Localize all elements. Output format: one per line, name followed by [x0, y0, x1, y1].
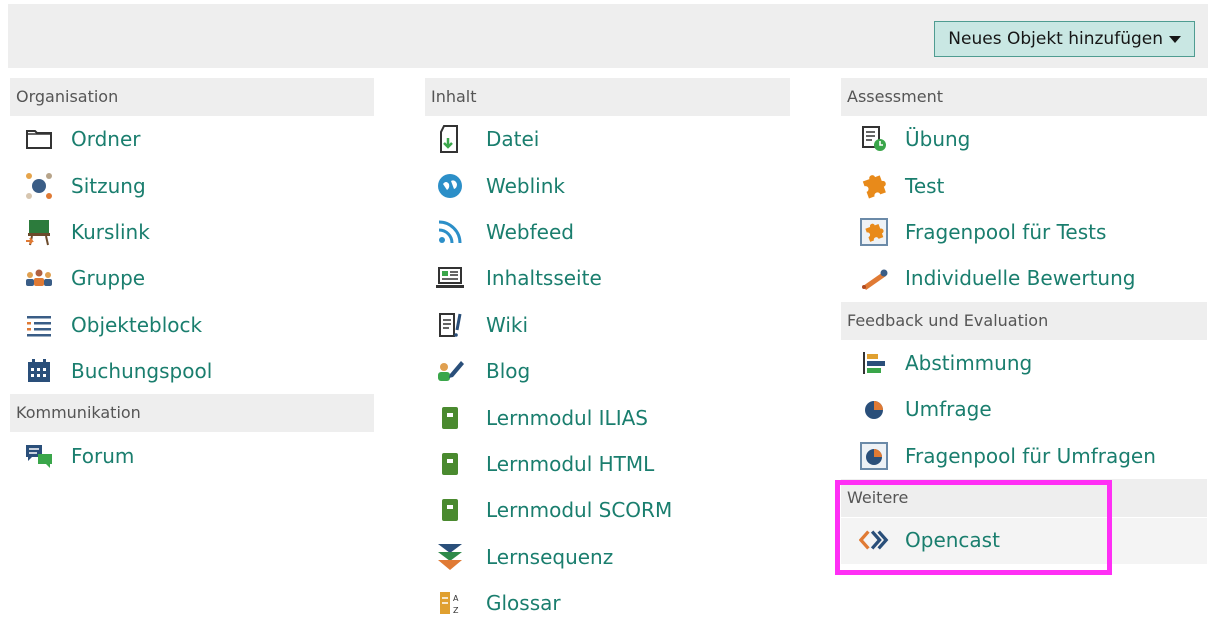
menu-item-test[interactable]: Test: [841, 162, 1207, 208]
calendar-icon: [24, 356, 54, 386]
menu-item-label: Weblink: [486, 173, 565, 198]
learning-sequence-icon: [435, 542, 465, 572]
menu-item-label: Sitzung: [71, 173, 146, 198]
poll-icon: [859, 348, 889, 378]
survey-icon: [859, 394, 889, 424]
list-block-icon: [24, 310, 54, 340]
menu-item-lernsequenz[interactable]: Lernsequenz: [425, 534, 790, 580]
content-page-icon: [435, 263, 465, 293]
wiki-icon: [435, 310, 465, 340]
learning-module-icon: [435, 449, 465, 479]
menu-item-uebung[interactable]: Übung: [841, 116, 1207, 162]
menu-item-label: Inhaltsseite: [486, 266, 602, 291]
caret-down-icon: [1169, 35, 1181, 43]
forum-icon: [24, 441, 54, 471]
menu-item-label: Datei: [486, 127, 540, 152]
menu-item-label: Kurslink: [71, 219, 150, 244]
menu-item-label: Forum: [71, 443, 135, 468]
menu-item-wiki[interactable]: Wiki: [425, 302, 790, 348]
menu-item-label: Abstimmung: [905, 350, 1033, 375]
menu-item-sitzung[interactable]: Sitzung: [10, 162, 374, 208]
add-new-object-button[interactable]: Neues Objekt hinzufügen: [934, 21, 1195, 57]
menu-item-abstimmung[interactable]: Abstimmung: [841, 340, 1207, 386]
section-header-inhalt: Inhalt: [425, 78, 790, 116]
opencast-icon: [859, 525, 889, 555]
menu-item-label: Fragenpool für Umfragen: [905, 443, 1156, 468]
group-icon: [24, 263, 54, 293]
blog-icon: [435, 356, 465, 386]
folder-icon: [24, 124, 54, 154]
section-header-feedback-evaluation: Feedback und Evaluation: [841, 301, 1207, 340]
menu-item-label: Übung: [905, 127, 971, 152]
learning-module-icon: [435, 403, 465, 433]
menu-item-label: Lernmodul HTML: [486, 451, 655, 476]
menu-item-label: Blog: [486, 359, 531, 384]
column-inhalt: Inhalt Datei Weblink Webfeed Inhaltsseit…: [425, 78, 790, 626]
menu-item-opencast[interactable]: Opencast: [841, 517, 1207, 563]
menu-item-label: Lernmodul ILIAS: [486, 405, 648, 430]
add-new-object-label: Neues Objekt hinzufügen: [948, 29, 1163, 49]
menu-item-lernmodul-scorm[interactable]: Lernmodul SCORM: [425, 487, 790, 533]
svg-text:A: A: [453, 594, 459, 603]
menu-item-inhaltsseite[interactable]: Inhaltsseite: [425, 255, 790, 301]
menu-item-datei[interactable]: Datei: [425, 116, 790, 162]
menu-item-blog[interactable]: Blog: [425, 348, 790, 394]
test-pool-icon: [859, 217, 889, 247]
individual-assessment-icon: [859, 263, 889, 293]
menu-item-gruppe[interactable]: Gruppe: [10, 255, 374, 301]
menu-item-label: Umfrage: [905, 397, 992, 422]
toolbar: Neues Objekt hinzufügen: [8, 4, 1208, 68]
menu-item-lernmodul-ilias[interactable]: Lernmodul ILIAS: [425, 394, 790, 440]
weblink-icon: [435, 171, 465, 201]
section-header-assessment: Assessment: [841, 78, 1207, 116]
menu-item-label: Opencast: [905, 527, 1000, 552]
section-header-weitere: Weitere: [841, 478, 1207, 517]
menu-item-label: Glossar: [486, 591, 561, 616]
menu-item-webfeed[interactable]: Webfeed: [425, 209, 790, 255]
column-assessment: Assessment Übung Test Fragenpool für Tes…: [841, 78, 1207, 563]
menu-item-ordner[interactable]: Ordner: [10, 116, 374, 162]
menu-item-label: Webfeed: [486, 219, 574, 244]
svg-text:Z: Z: [453, 606, 459, 615]
menu-item-label: Wiki: [486, 312, 529, 337]
survey-pool-icon: [859, 441, 889, 471]
section-header-kommunikation: Kommunikation: [10, 394, 374, 433]
menu-item-label: Gruppe: [71, 266, 146, 291]
menu-item-label: Lernmodul SCORM: [486, 498, 673, 523]
menu-item-objekteblock[interactable]: Objekteblock: [10, 302, 374, 348]
menu-item-kurslink[interactable]: Kurslink: [10, 209, 374, 255]
course-link-icon: [24, 217, 54, 247]
menu-item-umfrage[interactable]: Umfrage: [841, 386, 1207, 432]
menu-item-label: Ordner: [71, 127, 141, 152]
column-organisation: Organisation Ordner Sitzung Kurslink Gru…: [10, 78, 374, 479]
menu-item-label: Individuelle Bewertung: [905, 266, 1136, 291]
session-icon: [24, 171, 54, 201]
section-header-organisation: Organisation: [10, 78, 374, 116]
menu-item-weblink[interactable]: Weblink: [425, 162, 790, 208]
menu-item-fragenpool-tests[interactable]: Fragenpool für Tests: [841, 209, 1207, 255]
file-icon: [435, 124, 465, 154]
menu-item-label: Lernsequenz: [486, 544, 614, 569]
menu-item-fragenpool-umfragen[interactable]: Fragenpool für Umfragen: [841, 432, 1207, 478]
menu-item-label: Test: [905, 173, 945, 198]
menu-item-lernmodul-html[interactable]: Lernmodul HTML: [425, 441, 790, 487]
glossary-icon: AZ: [435, 588, 465, 618]
exercise-icon: [859, 124, 889, 154]
menu-item-forum[interactable]: Forum: [10, 432, 374, 478]
menu-item-glossar[interactable]: AZ Glossar: [425, 580, 790, 626]
rss-icon: [435, 217, 465, 247]
test-icon: [859, 171, 889, 201]
menu-item-label: Fragenpool für Tests: [905, 219, 1107, 244]
menu-item-buchungspool[interactable]: Buchungspool: [10, 348, 374, 394]
menu-item-label: Objekteblock: [71, 312, 203, 337]
menu-item-individuelle-bewertung[interactable]: Individuelle Bewertung: [841, 255, 1207, 301]
learning-module-icon: [435, 495, 465, 525]
menu-item-label: Buchungspool: [71, 359, 213, 384]
